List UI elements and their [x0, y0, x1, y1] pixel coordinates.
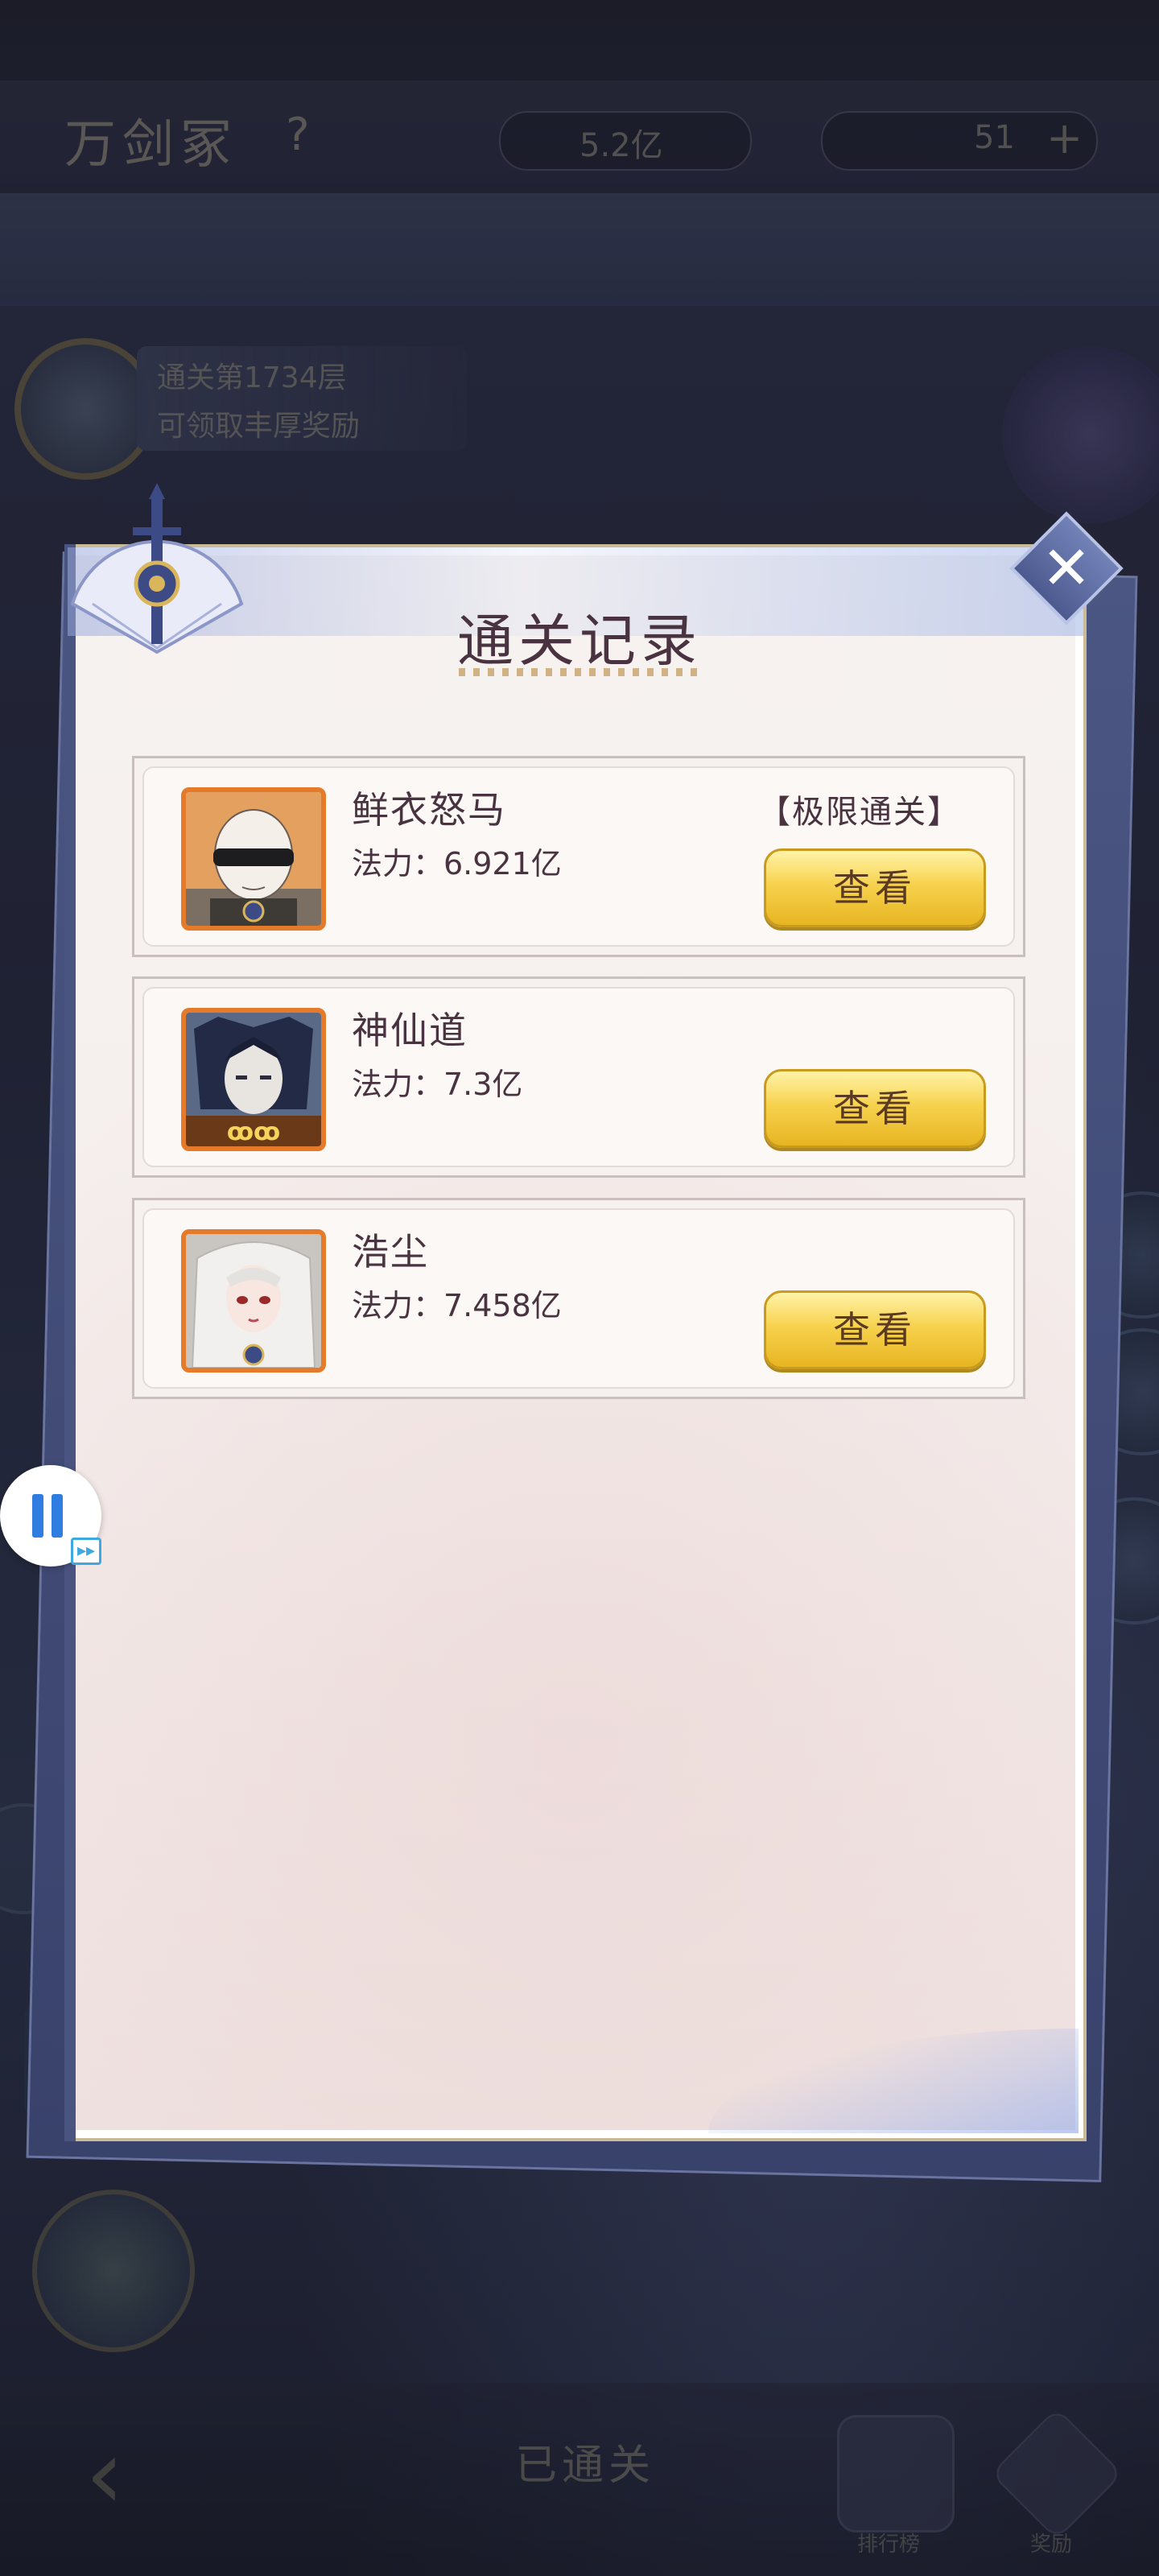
limit-clear-tag: 【极限通关】 — [758, 794, 961, 831]
fan-sword-emblem-icon — [70, 483, 244, 654]
background-rank-label: 排行榜 — [857, 2533, 921, 2557]
background-fox-icon — [32, 2190, 195, 2352]
background-back-icon: ‹ — [85, 2419, 124, 2531]
player-power: 法力：7.458亿 — [352, 1288, 562, 1323]
player-name: 神仙道 — [352, 1009, 468, 1052]
view-button[interactable]: 查看 — [764, 1290, 986, 1369]
background-resource-1: 5.2亿 — [580, 127, 663, 164]
background-orb-icon — [1002, 346, 1159, 523]
background-banner-line-1: 通关第1734层 — [157, 361, 347, 394]
background-title: 万剑冢 — [64, 115, 238, 175]
player-avatar: ꝏꝏ — [181, 1008, 326, 1151]
view-button[interactable]: 查看 — [764, 848, 986, 927]
background-bottom-title: 已通关 — [515, 2442, 656, 2490]
dialog-left-rail — [64, 544, 76, 2141]
background-plus-icon: + — [1046, 113, 1083, 163]
player-power: 法力：6.921亿 — [352, 846, 562, 881]
player-power: 法力：7.3亿 — [352, 1067, 523, 1102]
background-ribbon — [0, 193, 1159, 306]
close-icon[interactable]: ✕ — [1026, 528, 1107, 609]
white-haired-avatar-icon — [186, 1234, 321, 1368]
background-banner-line-2: 可领取丰厚奖励 — [157, 410, 361, 443]
view-button[interactable]: 查看 — [764, 1069, 986, 1148]
record-row: ꝏꝏ 神仙道 法力：7.3亿 查看 — [132, 976, 1025, 1178]
record-row: 浩尘 法力：7.458亿 查看 — [132, 1198, 1025, 1399]
fast-forward-icon[interactable]: ▸▸ — [71, 1538, 101, 1565]
pause-icon[interactable] — [32, 1494, 69, 1538]
player-avatar — [181, 1229, 326, 1373]
background-reward-label: 奖励 — [1030, 2533, 1073, 2557]
bald-blindfold-avatar-icon — [186, 792, 321, 926]
svg-text:ꝏꝏ: ꝏꝏ — [227, 1118, 280, 1146]
player-name: 浩尘 — [352, 1230, 429, 1274]
player-avatar — [181, 787, 326, 931]
player-name: 鲜衣怒马 — [352, 788, 506, 832]
background-badge-icon — [14, 338, 156, 480]
record-row: 鲜衣怒马 法力：6.921亿 【极限通关】 查看 — [132, 756, 1025, 957]
dialog-title: 通关记录 — [457, 608, 702, 674]
background-resource-2: 51 — [974, 119, 1015, 156]
background-rank-icon — [837, 2415, 955, 2533]
background-help-icon: ? — [286, 109, 310, 161]
dark-haired-avatar-icon: ꝏꝏ — [186, 1013, 321, 1146]
dialog-title-ornament — [459, 668, 700, 676]
